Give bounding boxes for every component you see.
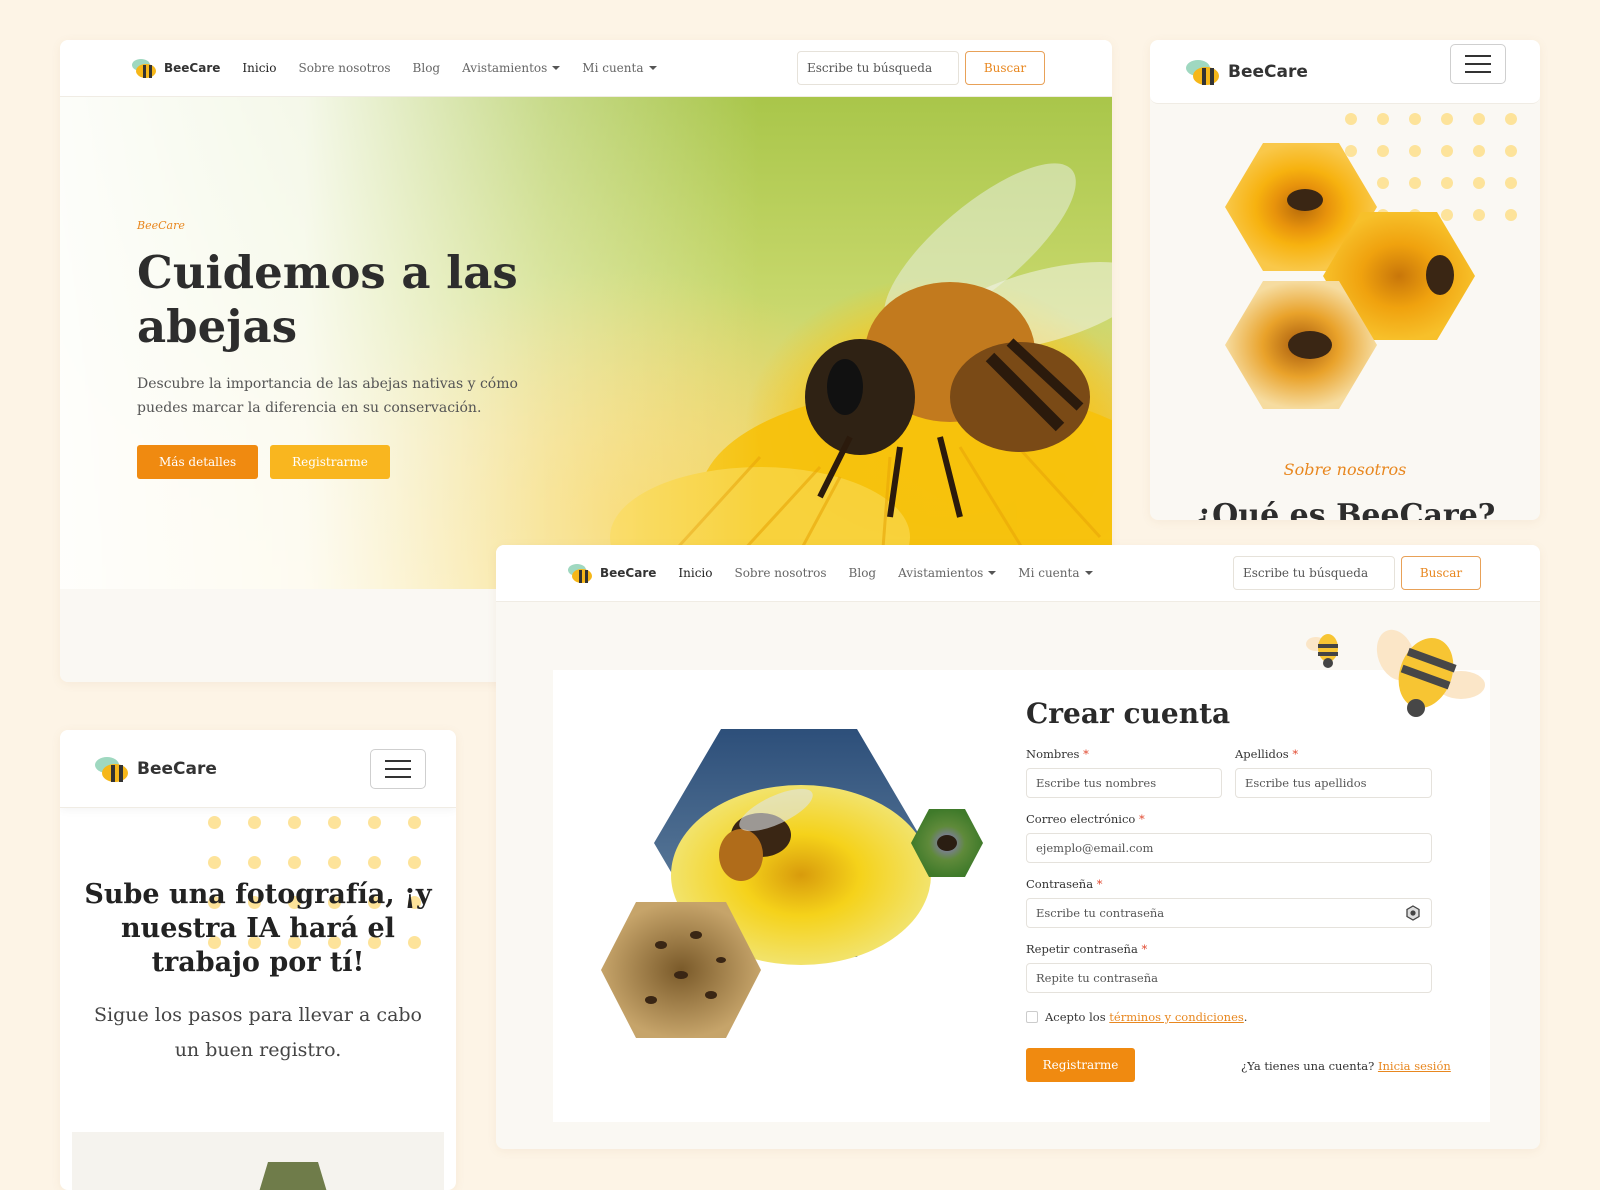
caret-down-icon (988, 571, 997, 575)
hero-title: Cuidemos a las abejas (137, 246, 518, 353)
nav-mi-cuenta-label: Mi cuenta (1018, 566, 1080, 580)
logo[interactable]: BeeCare (1184, 57, 1308, 87)
email-input[interactable]: ejemplo@email.com (1026, 833, 1432, 863)
required-mark: * (1096, 877, 1103, 891)
required-mark: * (1083, 747, 1089, 761)
mobile-about-card: BeeCare Sobre nosotros ¿Qué es BeeCare? (1150, 40, 1540, 520)
signin-link[interactable]: Inicia sesión (1378, 1059, 1451, 1073)
caret-down-icon (1084, 571, 1093, 575)
signup-navbar: BeeCare Inicio Sobre nosotros Blog Avist… (496, 545, 1540, 602)
hexagon-photo-collage (601, 729, 983, 1038)
small-cartoon-bee-icon (1306, 634, 1338, 668)
bee-logo-icon (95, 756, 128, 782)
more-details-button[interactable]: Más detalles (137, 445, 259, 479)
last-name-label: Apellidos * (1235, 747, 1298, 761)
nav-mi-cuenta-label: Mi cuenta (582, 61, 644, 75)
repeat-password-input[interactable]: Repite tu contraseña (1026, 963, 1432, 993)
repeat-password-label: Repetir contraseña * (1026, 942, 1147, 956)
required-mark: * (1292, 747, 1299, 761)
caret-down-icon (648, 66, 657, 70)
nav-avistamientos[interactable]: Avistamientos (898, 566, 997, 580)
search-button[interactable]: Buscar (965, 51, 1045, 85)
nav-mi-cuenta[interactable]: Mi cuenta (582, 61, 657, 75)
have-account-text: ¿Ya tienes una cuenta? (1241, 1059, 1375, 1073)
about-section-label: Sobre nosotros (1283, 460, 1407, 479)
signup-title: Crear cuenta (1026, 697, 1231, 730)
hamburger-menu-icon[interactable] (1450, 44, 1506, 84)
logo-text: BeeCare (1228, 61, 1308, 82)
mobile-upload-card: BeeCare Sube una fotografía, ¡y nuestra … (60, 730, 456, 1190)
nav-avistamientos-label: Avistamientos (898, 566, 984, 580)
search-button[interactable]: Buscar (1401, 556, 1481, 590)
nav-inicio[interactable]: Inicio (242, 61, 276, 75)
logo-text: BeeCare (137, 758, 217, 779)
caret-down-icon (552, 66, 561, 70)
last-name-label-text: Apellidos (1235, 747, 1289, 761)
repeat-password-label-text: Repetir contraseña (1026, 942, 1138, 956)
password-label-text: Contraseña (1026, 877, 1094, 891)
terms-suffix: . (1243, 1010, 1248, 1024)
first-name-label: Nombres * (1026, 747, 1089, 761)
nav-blog[interactable]: Blog (849, 566, 877, 580)
nav-inicio[interactable]: Inicio (678, 566, 712, 580)
required-mark: * (1138, 812, 1145, 826)
nav-avistamientos-label: Avistamientos (462, 61, 548, 75)
bee-logo-icon (568, 564, 592, 583)
upload-section-description: Sigue los pasos para llevar a cabo un bu… (93, 1004, 422, 1061)
terms-row: Acepto los términos y condiciones. (1026, 1010, 1247, 1024)
logo[interactable]: BeeCare (566, 562, 656, 584)
mobile-navbar: BeeCare (1150, 40, 1540, 104)
register-button[interactable]: Registrarme (270, 445, 390, 479)
upload-section-title: Sube una fotografía, ¡y nuestra IA hará … (84, 879, 432, 978)
hero-navbar: BeeCare Inicio Sobre nosotros Blog Avist… (60, 40, 1112, 97)
password-label: Contraseña * (1026, 877, 1102, 891)
bee-logo-icon (1186, 59, 1219, 85)
logo[interactable]: BeeCare (130, 57, 220, 79)
hero-eyebrow: BeeCare (137, 219, 185, 232)
search-input[interactable]: Escribe tu búsqueda (1233, 556, 1395, 590)
nav-mi-cuenta[interactable]: Mi cuenta (1018, 566, 1093, 580)
last-name-input[interactable]: Escribe tus apellidos (1235, 768, 1432, 798)
terms-checkbox[interactable] (1026, 1011, 1038, 1023)
upload-preview-panel (72, 1132, 444, 1190)
logo[interactable]: BeeCare (93, 754, 217, 784)
password-input[interactable]: Escribe tu contraseña (1026, 898, 1432, 928)
first-name-label-text: Nombres (1026, 747, 1080, 761)
email-label-text: Correo electrónico (1026, 812, 1136, 826)
hexagon-bee-gallery (1225, 143, 1475, 409)
terms-prefix: Acepto los (1045, 1010, 1106, 1024)
required-mark: * (1141, 942, 1148, 956)
nav-blog[interactable]: Blog (413, 61, 441, 75)
bee-logo-icon (132, 59, 156, 78)
hero-description: Descubre la importancia de las abejas na… (137, 376, 518, 416)
terms-link[interactable]: términos y condiciones (1109, 1010, 1244, 1024)
large-cartoon-bee-icon (1376, 629, 1485, 717)
register-submit-button[interactable]: Registrarme (1026, 1048, 1135, 1082)
about-section-title: ¿Qué es BeeCare? (1194, 498, 1496, 520)
signin-prompt: ¿Ya tienes una cuenta? Inicia sesión (1241, 1059, 1451, 1073)
first-name-input[interactable]: Escribe tus nombres (1026, 768, 1222, 798)
logo-text: BeeCare (600, 566, 657, 580)
nav-sobre-nosotros[interactable]: Sobre nosotros (298, 61, 390, 75)
signup-desktop-card: BeeCare Inicio Sobre nosotros Blog Avist… (496, 545, 1540, 1149)
hexagon-image-preview (259, 1162, 327, 1190)
logo-text: BeeCare (164, 61, 221, 75)
email-label: Correo electrónico * (1026, 812, 1145, 826)
hamburger-menu-icon[interactable] (370, 749, 426, 789)
nav-sobre-nosotros[interactable]: Sobre nosotros (734, 566, 826, 580)
search-input[interactable]: Escribe tu búsqueda (797, 51, 959, 85)
password-visibility-icon[interactable] (1405, 905, 1421, 921)
mobile-navbar: BeeCare (60, 730, 456, 808)
nav-avistamientos[interactable]: Avistamientos (462, 61, 561, 75)
